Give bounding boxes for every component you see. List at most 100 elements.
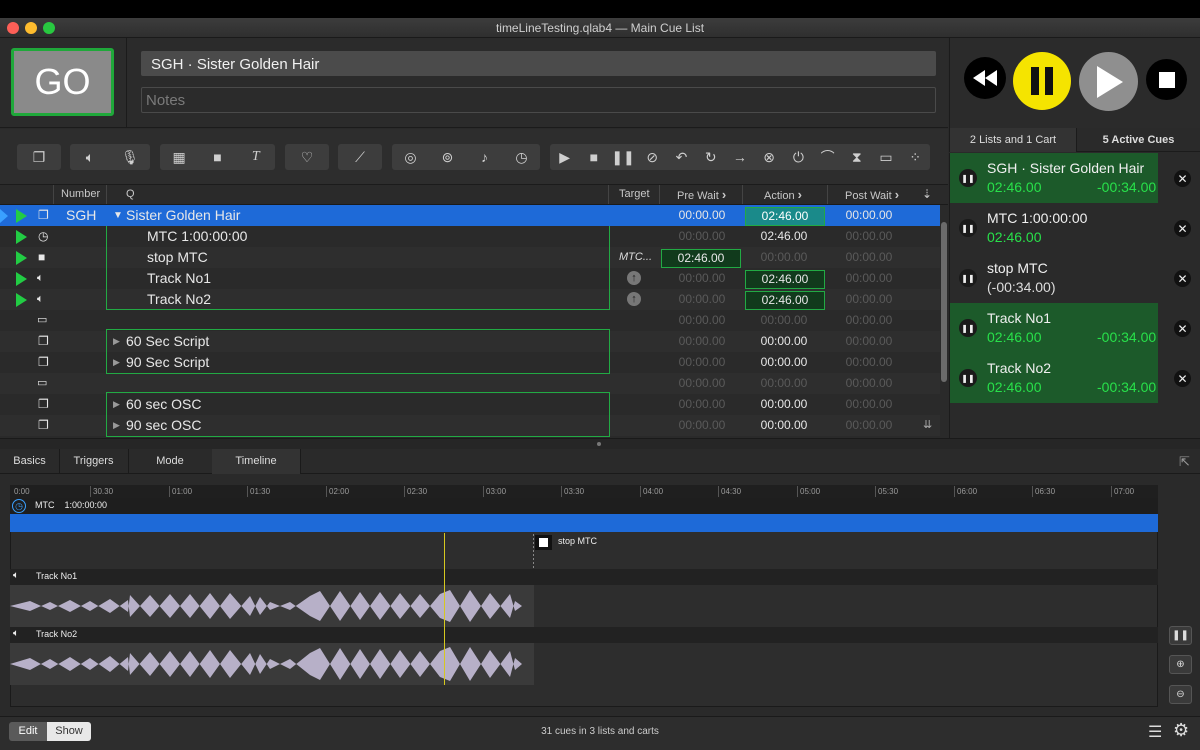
group-cue-icon[interactable]: ❐ (27, 145, 51, 169)
col-q[interactable]: Q (126, 185, 135, 204)
group-tools: ❐ (17, 144, 61, 170)
tab-lists[interactable]: 2 Lists and 1 Cart (950, 128, 1077, 152)
target-cue-icon[interactable]: ⊗ (757, 145, 781, 169)
cue-list-scrollbar[interactable] (941, 222, 947, 382)
video-cue-icon[interactable]: ▦ (167, 145, 191, 169)
midi-cue-icon[interactable]: ⊚ (436, 145, 460, 169)
tab-basics[interactable]: Basics (0, 449, 60, 474)
stop-cue-icon[interactable]: ■ (582, 145, 606, 169)
close-icon[interactable]: ✕ (1174, 220, 1191, 237)
timeline-playhead[interactable] (444, 533, 445, 685)
zoom-out-icon[interactable]: ⊖ (1169, 685, 1192, 704)
pre-wait: 00:00.00 (678, 271, 726, 285)
arm-cue-icon[interactable]: ⌒ (816, 145, 840, 169)
pause-cue-icon[interactable]: ❚❚ (959, 319, 977, 337)
pause-cue-icon[interactable]: ❚❚ (959, 269, 977, 287)
tab-triggers[interactable]: Triggers (59, 449, 129, 474)
resume-button[interactable] (1079, 52, 1138, 111)
table-row[interactable]: ❐ SGH ▼ Sister Golden Hair 00:00.00 02:4… (0, 205, 940, 226)
mtc-track-bar[interactable] (10, 514, 1158, 532)
active-cue-item[interactable]: ❚❚ SGH · Sister Golden Hair 02:46.00 -00… (949, 153, 1200, 203)
goto-cue-icon[interactable]: → (728, 145, 752, 169)
screen-top-bar (0, 0, 1200, 18)
table-row[interactable]: ▭ 00:00.00 00:00.00 00:00.00 (0, 373, 940, 394)
start-cue-icon[interactable]: ▶ (553, 145, 577, 169)
target-arrow-icon[interactable]: ↑ (627, 289, 641, 310)
music-cue-icon[interactable]: ♪ (473, 145, 497, 169)
expand-icon[interactable]: ⇱ (1179, 454, 1190, 470)
action-time: 00:00.00 (760, 250, 808, 264)
track1-waveform[interactable] (10, 585, 534, 627)
wait-cue-icon[interactable]: ⧗ (845, 145, 869, 169)
pause-cue-icon[interactable]: ❚❚ (959, 219, 977, 237)
cue-target: MTC... (619, 251, 652, 263)
script-cue-icon[interactable]: ⁘ (903, 145, 927, 169)
ruler-tick: 06:30 (1032, 486, 1055, 497)
running-indicator-icon (16, 272, 27, 286)
disarm-cue-icon[interactable]: ⏻ (786, 145, 810, 169)
active-cue-item[interactable]: ❚❚ Track No1 02:46.00 -00:34.00 ✕ (949, 303, 1200, 353)
stop-all-button[interactable] (1146, 59, 1187, 100)
post-wait: 00:00.00 (845, 418, 893, 432)
audio-cue-icon[interactable]: 🔈︎ (78, 145, 102, 169)
pause-cue-icon[interactable]: ❚❚ (959, 169, 977, 187)
table-row[interactable]: ▭ 00:00.00 00:00.00 00:00.00 (0, 310, 940, 331)
post-wait: 00:00.00 (845, 313, 893, 327)
list-icon[interactable]: ☰ (1148, 722, 1162, 742)
pre-wait: 00:00.00 (678, 418, 726, 432)
col-number[interactable]: Number (61, 185, 100, 204)
active-cue-item[interactable]: ❚❚ Track No2 02:46.00 -00:34.00 ✕ (949, 353, 1200, 403)
gear-icon[interactable]: ⚙ (1173, 720, 1189, 741)
track2-waveform[interactable] (10, 643, 534, 685)
mic-cue-icon[interactable]: 🎙︎ (118, 145, 142, 169)
light-cue-icon[interactable]: ♡ (295, 145, 319, 169)
running-indicator-icon (16, 293, 27, 307)
disclosure-down-icon[interactable]: ▼ (113, 205, 123, 226)
col-action[interactable]: Action › (764, 185, 802, 204)
rewind-button[interactable] (964, 57, 1006, 99)
group-cue-icon: ❐ (38, 334, 49, 348)
close-icon[interactable]: ✕ (1174, 170, 1191, 187)
reset-cue-icon[interactable]: ↶ (669, 145, 693, 169)
notes-field[interactable]: Notes (141, 87, 936, 113)
col-pre-wait[interactable]: Pre Wait › (677, 185, 726, 204)
target-arrow-icon[interactable]: ↑ (627, 268, 641, 289)
close-icon[interactable]: ✕ (1174, 270, 1191, 287)
camera-cue-icon[interactable]: ■ (205, 145, 229, 169)
pause-cue-icon[interactable]: ❚❚ (959, 369, 977, 387)
fade-cue-icon[interactable]: ⟋ (348, 145, 372, 169)
close-icon[interactable]: ✕ (1174, 370, 1191, 387)
zoom-in-icon[interactable]: ⊕ (1169, 655, 1192, 674)
post-wait: 00:00.00 (845, 376, 893, 390)
split-handle[interactable] (0, 438, 1200, 449)
active-cue-remaining: -00:34.00 (1097, 179, 1157, 195)
active-cue-item[interactable]: ❚❚ stop MTC (-00:34.00) ✕ (949, 253, 1200, 303)
col-target[interactable]: Target (619, 185, 650, 204)
text-cue-icon[interactable]: T (244, 145, 268, 169)
devamp-cue-icon[interactable]: ↻ (699, 145, 723, 169)
timecode-cue-icon[interactable]: ◷ (510, 145, 534, 169)
action-time: 00:00.00 (760, 313, 808, 327)
pause-all-button[interactable] (1013, 52, 1071, 110)
close-icon[interactable]: ✕ (1174, 320, 1191, 337)
active-cue-item[interactable]: ❚❚ MTC 1:00:00:00 02:46.00 ✕ (949, 203, 1200, 253)
tab-active-cues[interactable]: 5 Active Cues (1076, 128, 1200, 152)
tab-mode[interactable]: Mode (128, 449, 213, 474)
pre-wait: 00:00.00 (678, 292, 726, 306)
network-cue-icon[interactable]: ◎ (399, 145, 423, 169)
header: GO SGH · Sister Golden Hair Notes (0, 38, 948, 128)
col-post-wait[interactable]: Post Wait › (845, 185, 899, 204)
tab-timeline[interactable]: Timeline (212, 449, 301, 474)
cue-name-field[interactable]: SGH · Sister Golden Hair (141, 51, 936, 76)
ruler-tick: 01:00 (169, 486, 192, 497)
memo-cue-icon[interactable]: ▭ (874, 145, 898, 169)
pause-timeline-icon[interactable]: ❚❚ (1169, 626, 1192, 645)
go-button[interactable]: GO (11, 48, 114, 116)
ruler-tick: 02:30 (404, 486, 427, 497)
running-indicator-icon (16, 251, 27, 265)
post-wait: 00:00.00 (845, 250, 893, 264)
load-cue-icon[interactable]: ⊘ (640, 145, 664, 169)
ruler-tick: 05:30 (875, 486, 898, 497)
pause-cue-icon[interactable]: ❚❚ (611, 145, 635, 169)
stop-cue-icon (535, 535, 552, 550)
